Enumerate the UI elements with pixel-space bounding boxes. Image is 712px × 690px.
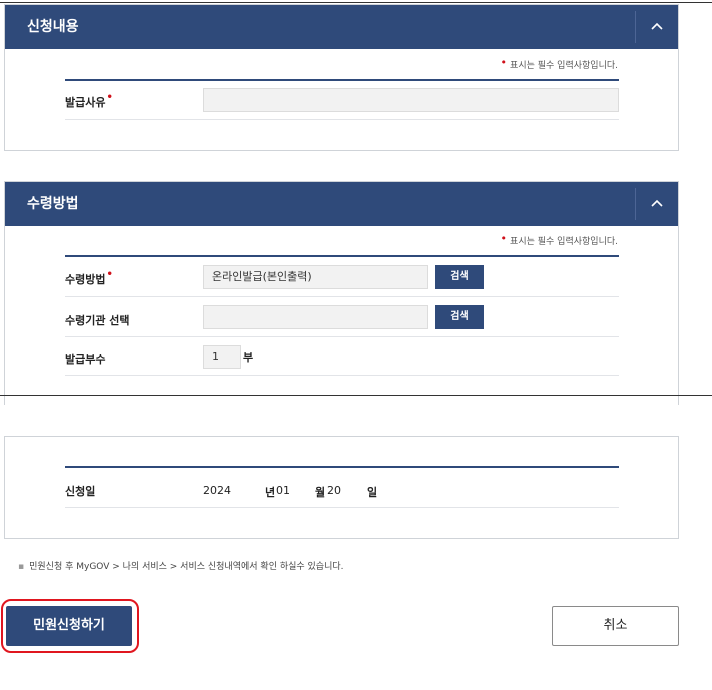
cancel-button[interactable]: 취소 (552, 606, 679, 646)
chevron-up-icon (651, 199, 663, 207)
receipt-agency-field[interactable] (203, 305, 428, 329)
date-panel: 신청일 2024 년 01 월 20 일 (4, 436, 679, 539)
application-panel-title: 신청내용 (27, 19, 79, 35)
required-note: • 표시는 필수 입력사항입니다. (500, 232, 618, 247)
receipt-agency-search-button[interactable]: 검색 (435, 305, 484, 329)
row-divider (65, 336, 619, 337)
application-collapse-button[interactable] (636, 5, 678, 49)
required-dot-icon: • (500, 56, 508, 69)
mid-divider (0, 395, 712, 396)
date-year-unit: 년 (265, 486, 276, 499)
receipt-method-search-button[interactable]: 검색 (435, 265, 484, 289)
required-dot-icon: • (500, 232, 508, 245)
date-day-unit: 일 (367, 486, 378, 499)
issue-reason-field[interactable] (203, 88, 619, 112)
receipt-method-label: 수령방법• (65, 269, 113, 286)
receipt-method-field[interactable]: 온라인발급(본인출력) (203, 265, 428, 289)
receipt-agency-label: 수령기관 선택 (65, 314, 130, 327)
receipt-panel-header: 수령방법 (5, 182, 678, 226)
date-year: 2024 (203, 484, 231, 497)
submit-application-button[interactable]: 민원신청하기 (6, 606, 132, 646)
copies-field[interactable]: 1 (203, 345, 241, 369)
top-divider (0, 2, 712, 3)
required-dot-icon: • (106, 92, 113, 103)
form-top-border (65, 79, 619, 81)
application-panel: 신청내용 • 표시는 필수 입력사항입니다. 발급사유• (4, 4, 679, 151)
required-dot-icon: • (106, 269, 113, 280)
application-panel-header: 신청내용 (5, 5, 678, 49)
copies-label: 발급부수 (65, 353, 106, 366)
application-date-label: 신청일 (65, 485, 96, 498)
chevron-up-icon (651, 22, 663, 30)
form-top-border (65, 466, 619, 468)
issue-reason-label: 발급사유• (65, 92, 113, 109)
date-day: 20 (327, 484, 341, 497)
date-month: 01 (276, 484, 290, 497)
bullet-icon: ▪ (18, 562, 25, 572)
receipt-panel-title: 수령방법 (27, 196, 79, 212)
row-divider (65, 375, 619, 376)
receipt-collapse-button[interactable] (636, 182, 678, 226)
copies-unit: 부 (243, 351, 254, 364)
footnote: ▪ 민원신청 후 MyGOV > 나의 서비스 > 서비스 신청내역에서 확인 하… (18, 562, 344, 572)
row-divider (65, 507, 619, 508)
date-month-unit: 월 (315, 486, 326, 499)
required-note: • 표시는 필수 입력사항입니다. (500, 56, 618, 71)
receipt-panel: 수령방법 • 표시는 필수 입력사항입니다. 수령방법• 온라인발급(본인출력) … (4, 181, 679, 405)
row-divider (65, 119, 619, 120)
form-top-border (65, 255, 619, 257)
row-divider (65, 296, 619, 297)
